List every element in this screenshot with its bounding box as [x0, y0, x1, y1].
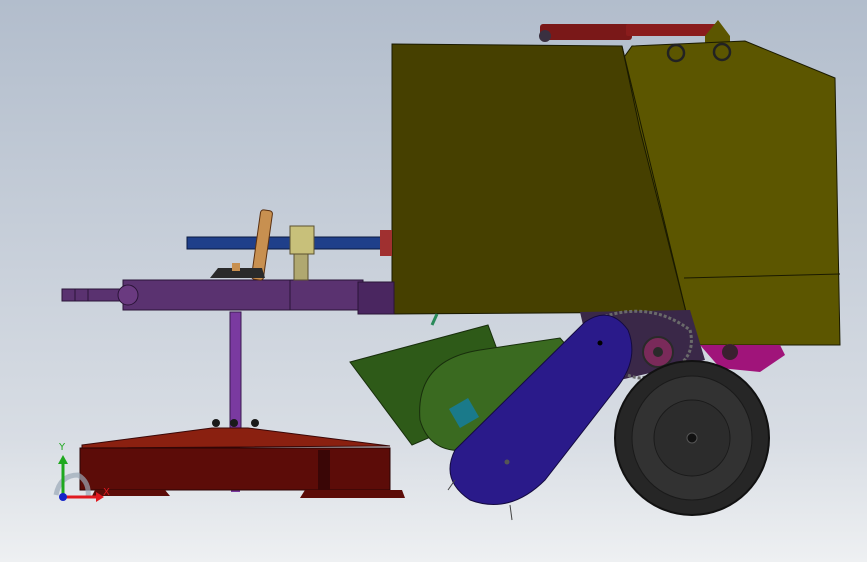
cad-viewport[interactable]: Y X [0, 0, 867, 562]
hitch-tongue [61, 288, 123, 302]
y-axis-label: Y [59, 442, 66, 453]
deck-bracket [318, 450, 330, 490]
x-axis-label: X [103, 487, 110, 498]
cylinder-bracket [705, 20, 730, 44]
pto-coupler [380, 230, 392, 256]
triad-origin [59, 493, 67, 501]
green-marker [430, 313, 439, 326]
mower-deck[interactable] [79, 419, 405, 498]
cylinder-pin [539, 30, 551, 42]
model-view [61, 20, 841, 521]
cylinder-rod [626, 24, 718, 36]
hydraulic-cylinder [539, 20, 730, 44]
deck-skid [300, 490, 405, 498]
cylinder-barrel [540, 24, 632, 40]
drawbar-frame[interactable] [61, 279, 395, 315]
baler-wheel[interactable] [614, 360, 770, 516]
pto-bearing [289, 225, 315, 255]
